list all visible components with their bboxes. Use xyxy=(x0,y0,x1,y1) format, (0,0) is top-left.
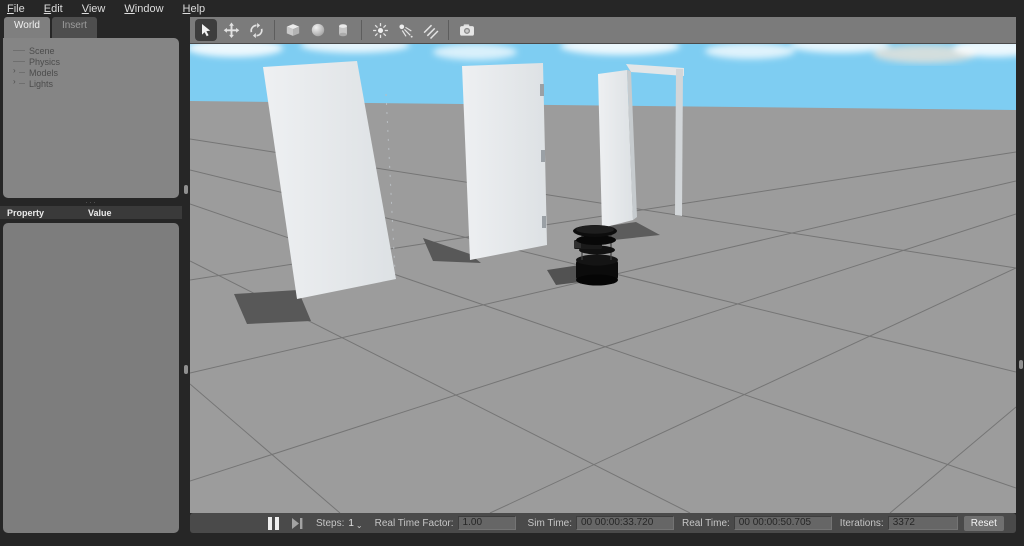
insert-box-button[interactable] xyxy=(282,19,304,41)
sim-time-label: Sim Time: xyxy=(527,517,572,529)
menu-help[interactable]: Help xyxy=(183,3,206,15)
menu-bar: File Edit View Window Help xyxy=(0,0,1024,17)
property-table-header: Property Value xyxy=(0,206,182,219)
rotate-tool-button[interactable] xyxy=(245,19,267,41)
tab-world[interactable]: World xyxy=(4,17,50,38)
expand-arrow-icon[interactable]: › xyxy=(13,66,16,75)
point-light-icon xyxy=(372,22,388,38)
menu-view[interactable]: View xyxy=(82,3,106,15)
splitter-grip[interactable] xyxy=(184,185,188,194)
tree-connector xyxy=(19,72,25,73)
tree-item-physics[interactable]: Physics xyxy=(3,56,179,67)
left-panel: World Insert Scene Physics › Models › Li… xyxy=(0,17,182,546)
real-time-value: 00 00:00:50.705 xyxy=(733,516,832,530)
tree-item-lights[interactable]: › Lights xyxy=(3,77,179,89)
camera-icon xyxy=(460,24,474,36)
translate-tool-button[interactable] xyxy=(220,19,242,41)
tab-insert[interactable]: Insert xyxy=(51,17,97,38)
tree-item-scene[interactable]: Scene xyxy=(3,45,179,56)
tree-item-label: Lights xyxy=(29,78,54,89)
world-tree: Scene Physics › Models › Lights xyxy=(3,38,179,198)
tree-item-label: Scene xyxy=(29,45,55,56)
reset-button[interactable]: Reset xyxy=(963,515,1004,531)
sphere-icon xyxy=(311,23,325,37)
property-value-panel[interactable] xyxy=(3,223,179,533)
real-time-label: Real Time: xyxy=(682,517,730,529)
directional-light-icon xyxy=(423,24,438,39)
tree-item-label: Models xyxy=(29,67,59,78)
cylinder-icon xyxy=(339,24,347,37)
right-edge-grip[interactable] xyxy=(1019,360,1023,369)
toolbar-separator xyxy=(361,20,362,40)
directional-light-button[interactable] xyxy=(419,19,441,41)
iterations-label: Iterations: xyxy=(839,517,884,529)
vertical-splitter[interactable] xyxy=(182,17,190,546)
select-arrow-icon xyxy=(202,24,211,37)
step-button[interactable] xyxy=(291,517,304,529)
panel-tabs: World Insert xyxy=(0,17,182,38)
menu-edit[interactable]: Edit xyxy=(44,3,63,15)
iterations-value: 3372 xyxy=(887,516,958,530)
expand-arrow-icon[interactable]: › xyxy=(13,77,16,86)
steps-spinner-chevron-icon[interactable]: ⌄ xyxy=(356,521,363,530)
menu-window[interactable]: Window xyxy=(124,3,163,15)
screenshot-button[interactable] xyxy=(456,19,478,41)
menu-file[interactable]: File xyxy=(7,3,25,15)
horizontal-splitter[interactable]: ··· xyxy=(0,198,182,207)
gazebo-3d-viewport[interactable] xyxy=(190,44,1016,513)
box-icon xyxy=(286,24,300,36)
viewport-toolbar xyxy=(190,17,1016,44)
select-tool-button[interactable] xyxy=(195,19,217,41)
real-time-factor-value: 1.00 xyxy=(457,516,516,530)
value-column-header: Value xyxy=(88,207,112,218)
tree-connector xyxy=(13,50,25,51)
spot-light-button[interactable] xyxy=(394,19,416,41)
tree-connector xyxy=(19,83,25,84)
property-column-header: Property xyxy=(7,207,45,218)
tree-item-models[interactable]: › Models xyxy=(3,66,179,78)
sim-time-value: 00 00:00:33.720 xyxy=(576,516,674,530)
door-panel-middle[interactable] xyxy=(462,63,547,260)
real-time-factor-label: Real Time Factor: xyxy=(374,517,454,529)
spot-light-icon xyxy=(398,23,413,38)
point-light-button[interactable] xyxy=(369,19,391,41)
insert-sphere-button[interactable] xyxy=(307,19,329,41)
simulation-status-bar: Steps: 1 ⌄ Real Time Factor: 1.00 Sim Ti… xyxy=(190,513,1016,533)
steps-label: Steps: xyxy=(316,517,345,529)
tree-item-label: Physics xyxy=(29,56,61,67)
move-icon xyxy=(223,22,239,38)
pause-button[interactable] xyxy=(268,516,281,530)
steps-value[interactable]: 1 xyxy=(348,518,354,529)
toolbar-separator xyxy=(274,20,275,40)
insert-cylinder-button[interactable] xyxy=(332,19,354,41)
splitter-grip[interactable] xyxy=(184,365,188,374)
rotate-icon xyxy=(249,22,263,38)
toolbar-separator xyxy=(448,20,449,40)
tree-connector xyxy=(13,61,25,62)
main-area: Steps: 1 ⌄ Real Time Factor: 1.00 Sim Ti… xyxy=(190,17,1016,546)
